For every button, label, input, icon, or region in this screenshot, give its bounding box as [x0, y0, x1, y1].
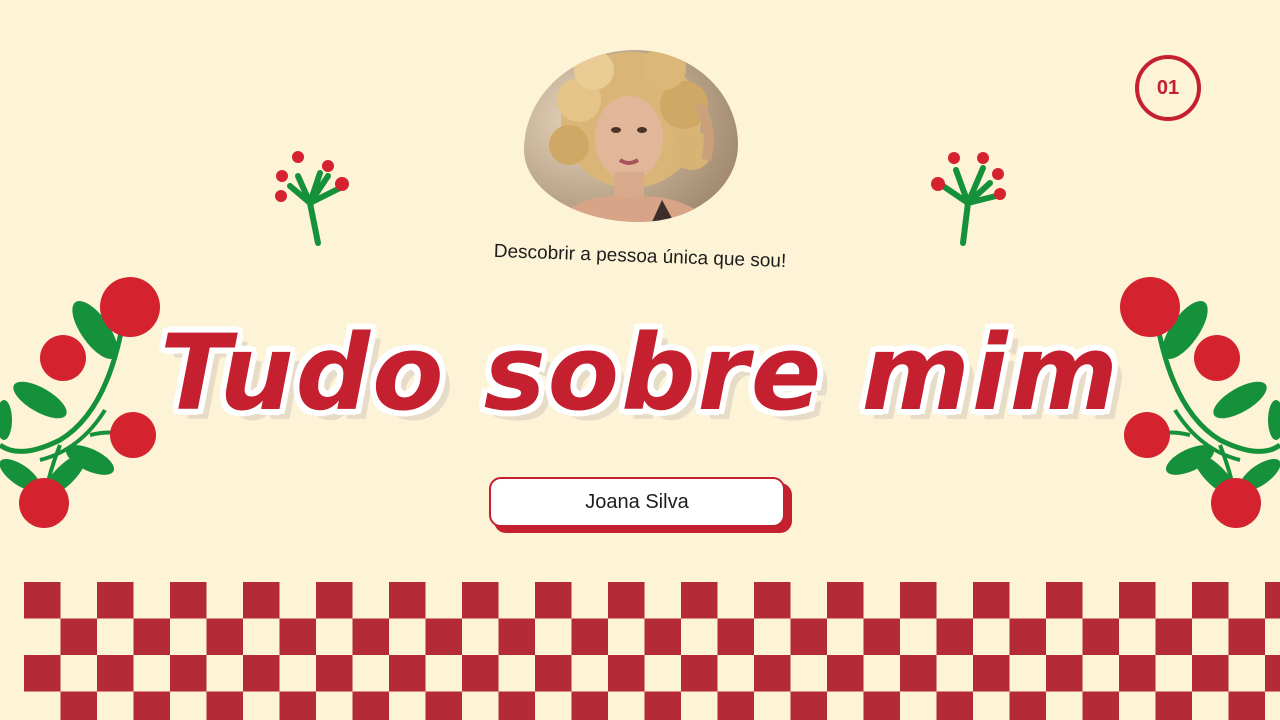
checker-square	[900, 582, 937, 619]
checker-square	[462, 582, 499, 619]
checker-square	[279, 691, 316, 720]
presenter-name: Joana Silva	[585, 490, 689, 513]
checker-square	[1082, 618, 1119, 655]
checker-square	[754, 655, 791, 692]
checker-square	[24, 582, 61, 619]
checker-square	[863, 691, 900, 720]
checker-square	[425, 618, 462, 655]
checker-square	[973, 582, 1010, 619]
checker-square	[900, 655, 937, 692]
checker-square	[790, 618, 827, 655]
checker-square	[1155, 618, 1192, 655]
checker-square	[97, 655, 134, 692]
checker-square	[389, 582, 426, 619]
checker-square	[681, 582, 718, 619]
checker-square	[717, 691, 754, 720]
checker-square	[60, 691, 97, 720]
checker-square	[1228, 618, 1265, 655]
checker-square	[1082, 691, 1119, 720]
checker-square	[535, 582, 572, 619]
checker-square	[1009, 691, 1046, 720]
checker-square	[133, 618, 170, 655]
checker-square	[535, 655, 572, 692]
checker-square	[1046, 582, 1083, 619]
berry-sprig-icon	[275, 151, 349, 246]
checker-square	[936, 691, 973, 720]
checker-square	[389, 655, 426, 692]
checker-square	[827, 582, 864, 619]
checker-square	[462, 655, 499, 692]
checker-square	[1119, 655, 1156, 692]
checker-square	[60, 618, 97, 655]
checker-square	[1265, 582, 1280, 619]
checker-square	[973, 655, 1010, 692]
page-number: 01	[1156, 76, 1180, 99]
subtitle: Descobrir a pessoa única que sou!	[493, 240, 787, 273]
checker-square	[608, 655, 645, 692]
checker-square	[352, 691, 389, 720]
checker-square	[243, 655, 280, 692]
checker-square	[206, 618, 243, 655]
checker-square	[1265, 655, 1280, 692]
page-number-badge: 01	[1135, 55, 1201, 121]
berry-sprig-icon	[931, 152, 1006, 246]
checker-square	[206, 691, 243, 720]
checker-square	[608, 582, 645, 619]
checker-square	[571, 618, 608, 655]
checker-square	[1228, 691, 1265, 720]
checker-square	[97, 582, 134, 619]
name-box: Joana Silva	[489, 477, 785, 527]
checker-square	[1155, 691, 1192, 720]
checker-square	[827, 655, 864, 692]
checker-square	[1046, 655, 1083, 692]
checker-square	[644, 691, 681, 720]
profile-photo	[524, 50, 738, 222]
checker-square	[717, 618, 754, 655]
checker-square	[133, 691, 170, 720]
checker-square	[1192, 655, 1229, 692]
checker-square	[1192, 582, 1229, 619]
main-title: Tudo sobre mim	[160, 312, 1120, 434]
checker-square	[279, 618, 316, 655]
checker-square	[316, 655, 353, 692]
checker-square	[498, 618, 535, 655]
checker-square	[24, 655, 61, 692]
checker-square	[1009, 618, 1046, 655]
checker-square	[571, 691, 608, 720]
checker-square	[790, 691, 827, 720]
checker-square	[352, 618, 389, 655]
checker-square	[644, 618, 681, 655]
checker-square	[316, 582, 353, 619]
checker-square	[498, 691, 535, 720]
checker-square	[1119, 582, 1156, 619]
checker-square	[425, 691, 462, 720]
checker-square	[936, 618, 973, 655]
checkerboard-pattern	[24, 582, 1280, 720]
checker-square	[243, 582, 280, 619]
checker-square	[863, 618, 900, 655]
checker-square	[681, 655, 718, 692]
checker-square	[170, 582, 207, 619]
checker-square	[170, 655, 207, 692]
checker-square	[754, 582, 791, 619]
